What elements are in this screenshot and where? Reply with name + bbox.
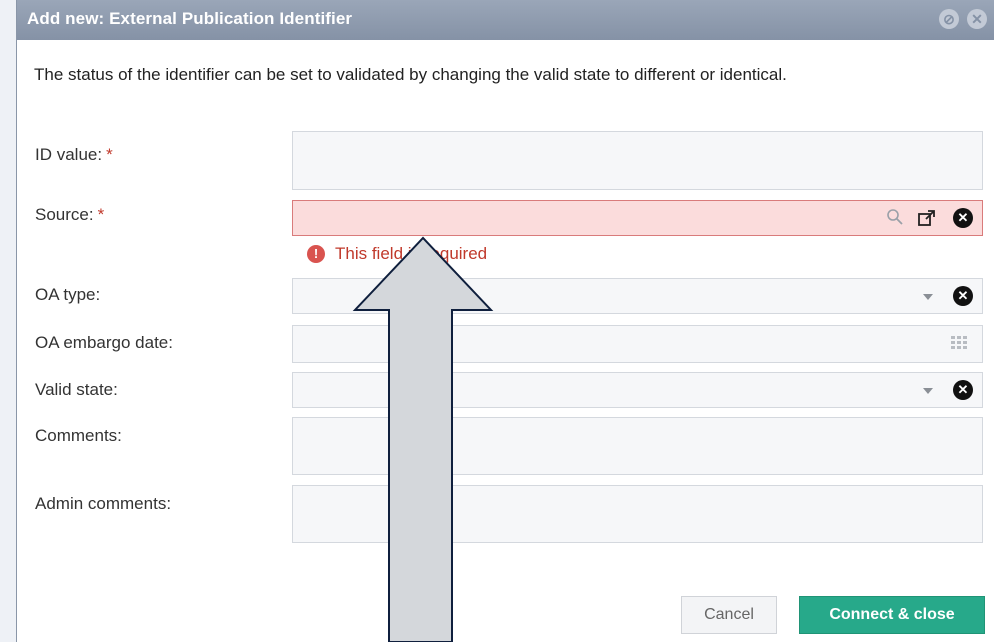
oa-type-label: OA type: bbox=[35, 285, 101, 304]
valid-state-label: Valid state: bbox=[35, 380, 118, 399]
chevron-down-icon[interactable] bbox=[923, 388, 933, 394]
id-value-input[interactable] bbox=[292, 131, 983, 190]
search-icon[interactable] bbox=[886, 208, 904, 232]
oa-type-select[interactable]: ✕ bbox=[292, 278, 983, 314]
chevron-down-icon[interactable] bbox=[923, 294, 933, 300]
clear-icon[interactable]: ✕ bbox=[953, 208, 973, 228]
cancel-button[interactable]: Cancel bbox=[681, 596, 777, 634]
source-input[interactable]: ✕ bbox=[292, 200, 983, 236]
dialog-titlebar: Add new: External Publication Identifier… bbox=[17, 0, 994, 40]
comments-label: Comments: bbox=[35, 426, 122, 445]
id-value-label: ID value: * bbox=[35, 145, 113, 165]
error-icon: ! bbox=[307, 245, 325, 263]
source-label-text: Source: bbox=[35, 205, 94, 224]
open-external-icon[interactable] bbox=[917, 208, 937, 234]
admin-comments-textarea[interactable] bbox=[292, 485, 983, 543]
close-icon[interactable]: ✕ bbox=[967, 9, 987, 29]
dialog: Add new: External Publication Identifier… bbox=[16, 0, 994, 642]
help-icon[interactable]: ⊘ bbox=[939, 9, 959, 29]
clear-icon[interactable]: ✕ bbox=[953, 380, 973, 400]
source-error: ! This field is required bbox=[307, 244, 487, 264]
oa-embargo-date-label: OA embargo date: bbox=[35, 333, 173, 352]
admin-comments-label: Admin comments: bbox=[35, 494, 172, 513]
dialog-title: Add new: External Publication Identifier bbox=[27, 9, 353, 28]
clear-icon[interactable]: ✕ bbox=[953, 286, 973, 306]
oa-embargo-date-input[interactable] bbox=[292, 325, 983, 363]
source-label: Source: * bbox=[35, 205, 104, 225]
calendar-icon[interactable] bbox=[950, 334, 972, 360]
connect-close-button[interactable]: Connect & close bbox=[799, 596, 985, 634]
intro-text: The status of the identifier can be set … bbox=[34, 65, 787, 84]
required-marker: * bbox=[97, 205, 105, 224]
source-error-text: This field is required bbox=[335, 244, 488, 263]
valid-state-select[interactable]: ✕ bbox=[292, 372, 983, 408]
required-marker: * bbox=[106, 145, 113, 164]
comments-textarea[interactable] bbox=[292, 417, 983, 475]
id-value-label-text: ID value: bbox=[35, 145, 103, 164]
